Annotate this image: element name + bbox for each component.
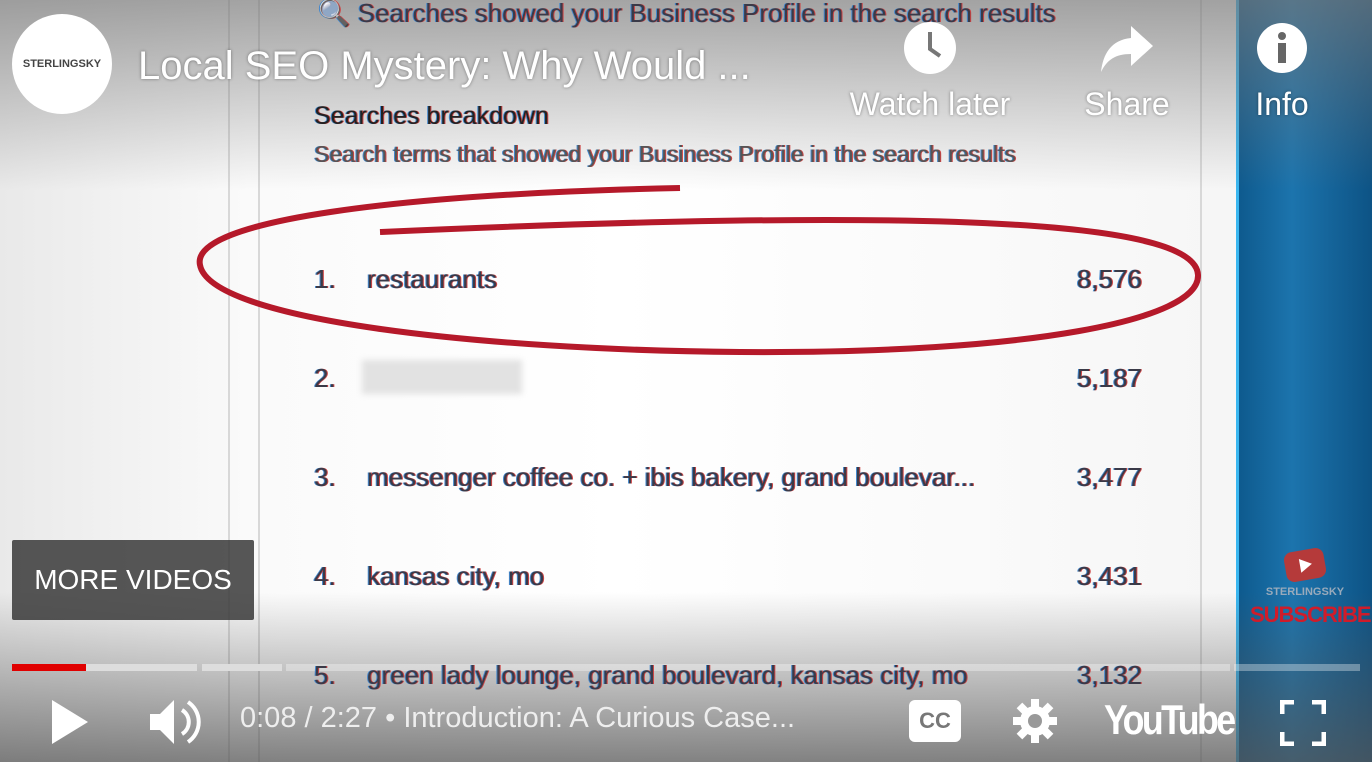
video-title[interactable]: Local SEO Mystery: Why Would ... bbox=[138, 44, 751, 89]
progress-played bbox=[12, 664, 87, 671]
section-title: Searches breakdown bbox=[314, 102, 549, 130]
more-videos-button[interactable]: MORE VIDEOS bbox=[12, 540, 254, 620]
fullscreen-button[interactable] bbox=[1280, 700, 1326, 746]
clock-icon bbox=[904, 22, 956, 74]
youtube-logo[interactable]: YouTube bbox=[1104, 696, 1236, 744]
search-icon: 🔍 bbox=[318, 0, 351, 28]
subscribe-graphic: STERLINGSKY SUBSCRIBE bbox=[1250, 546, 1372, 628]
settings-gear-icon[interactable] bbox=[1012, 698, 1058, 744]
channel-logo[interactable]: STERLINGSKY bbox=[12, 14, 112, 114]
share-button[interactable]: Share bbox=[1075, 20, 1179, 123]
video-player[interactable]: 🔍 Searches showed your Business Profile … bbox=[0, 0, 1372, 762]
time-display: 0:08 / 2:27 • Introduction: A Curious Ca… bbox=[240, 702, 796, 734]
watch-later-button[interactable]: Watch later bbox=[838, 20, 1022, 123]
captions-button[interactable]: CC bbox=[909, 700, 961, 742]
play-button[interactable] bbox=[48, 698, 92, 746]
info-icon bbox=[1257, 23, 1307, 73]
share-icon bbox=[1101, 26, 1153, 72]
volume-button[interactable] bbox=[146, 694, 202, 750]
section-subtitle: Search terms that showed your Business P… bbox=[314, 141, 1016, 167]
redacted-term bbox=[362, 360, 522, 394]
youtube-play-icon bbox=[1282, 546, 1328, 584]
info-button[interactable]: Info bbox=[1246, 20, 1318, 123]
chapter-title[interactable]: Introduction: A Curious Case... bbox=[403, 702, 795, 734]
